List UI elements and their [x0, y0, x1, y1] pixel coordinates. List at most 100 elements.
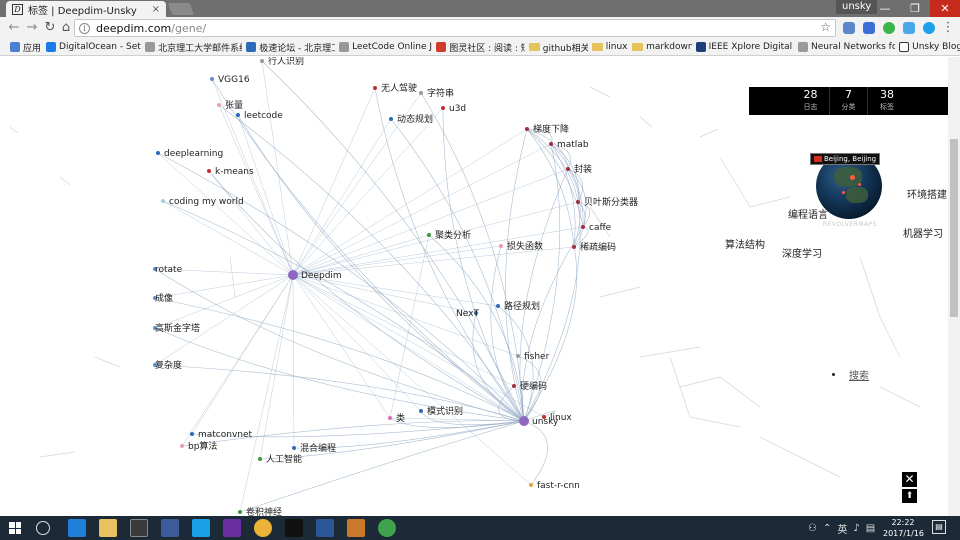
- media-app-icon[interactable]: [223, 519, 241, 537]
- window-close-button[interactable]: ✕: [930, 0, 960, 17]
- reload-icon[interactable]: ↻: [42, 20, 58, 36]
- graph-node[interactable]: [388, 416, 392, 420]
- graph-node-label[interactable]: 损失函数: [507, 240, 543, 252]
- bookmark-star-icon[interactable]: ☆: [820, 20, 831, 34]
- ime-icon[interactable]: 英: [837, 521, 847, 536]
- search-link[interactable]: 搜索: [849, 367, 869, 382]
- graph-node-label[interactable]: k-means: [215, 167, 254, 177]
- graph-node-label[interactable]: 人工智能: [266, 453, 302, 465]
- translate-extension-icon[interactable]: [863, 22, 875, 34]
- graph-node-label[interactable]: 卷积神经: [246, 506, 282, 516]
- chat-app-icon[interactable]: [192, 519, 210, 537]
- graph-node-label[interactable]: Deepdim: [301, 271, 342, 281]
- graph-node-label[interactable]: 高斯金字塔: [155, 322, 200, 334]
- graph-node-label[interactable]: 类: [396, 412, 405, 424]
- graph-node[interactable]: [576, 200, 580, 204]
- category-link[interactable]: 环境搭建: [907, 186, 947, 201]
- graph-node[interactable]: [419, 91, 423, 95]
- green-extension-icon[interactable]: [883, 22, 895, 34]
- graph-node-label[interactable]: linux: [550, 413, 572, 423]
- new-tab-button[interactable]: [167, 3, 195, 15]
- bookmark-item[interactable]: 应用: [6, 41, 42, 54]
- graph-node[interactable]: [525, 127, 529, 131]
- system-clock[interactable]: 22:22 2017/1/16: [883, 517, 924, 539]
- graph-node[interactable]: [258, 457, 262, 461]
- graph-node-label[interactable]: 成像: [155, 292, 173, 304]
- bookmark-item[interactable]: Unsky Blog: [895, 42, 960, 52]
- graph-node[interactable]: [496, 304, 500, 308]
- graph-node[interactable]: [581, 225, 585, 229]
- tab-close-icon[interactable]: ×: [152, 4, 160, 15]
- close-button[interactable]: ✕: [902, 472, 917, 487]
- graph-node[interactable]: [529, 483, 533, 487]
- graph-node[interactable]: [419, 409, 423, 413]
- page-scrollbar[interactable]: [948, 57, 960, 516]
- bookmark-item[interactable]: linux: [588, 42, 628, 52]
- graph-node[interactable]: [542, 415, 546, 419]
- graph-node-label[interactable]: coding my world: [169, 197, 244, 207]
- bookmark-item[interactable]: 北京理工大学邮件系统: [141, 41, 242, 54]
- graph-node-label[interactable]: 聚类分析: [435, 229, 471, 241]
- graph-node-label[interactable]: bp算法: [188, 440, 217, 452]
- address-bar[interactable]: i deepdim.com /gene/ ☆: [74, 19, 836, 37]
- graph-node-label[interactable]: 动态规划: [397, 113, 433, 125]
- graph-node[interactable]: [549, 142, 553, 146]
- graph-node[interactable]: [566, 167, 570, 171]
- graph-node-label[interactable]: matconvnet: [198, 430, 253, 440]
- github-icon[interactable]: [285, 519, 303, 537]
- bookmark-item[interactable]: 图灵社区 : 阅读 : 短: [432, 41, 525, 54]
- graph-node-label[interactable]: caffe: [589, 223, 612, 233]
- category-link[interactable]: 机器学习: [903, 225, 943, 240]
- graph-node[interactable]: [499, 244, 503, 248]
- graph-node-label[interactable]: matlab: [557, 140, 589, 150]
- graph-node[interactable]: [516, 354, 520, 358]
- graph-node-label[interactable]: 稀疏编码: [580, 241, 616, 253]
- graph-node[interactable]: [236, 113, 240, 117]
- stat-posts[interactable]: 28 日志: [792, 87, 830, 115]
- graph-node[interactable]: [210, 77, 214, 81]
- graph-node[interactable]: [572, 245, 576, 249]
- chrome-icon[interactable]: [254, 519, 272, 537]
- graph-node-label[interactable]: 硬编码: [520, 380, 547, 392]
- graph-node[interactable]: [288, 270, 298, 280]
- minimize-button[interactable]: —: [870, 0, 900, 17]
- green-app-icon[interactable]: [378, 519, 396, 537]
- graph-node[interactable]: [156, 151, 160, 155]
- maximize-button[interactable]: ❐: [900, 0, 930, 17]
- graph-node[interactable]: [260, 59, 264, 63]
- site-info-icon[interactable]: i: [79, 22, 90, 34]
- forward-arrow-icon[interactable]: →: [24, 20, 40, 36]
- cortana-icon[interactable]: [36, 521, 50, 535]
- sync-extension-icon[interactable]: [923, 22, 935, 34]
- graph-node[interactable]: [238, 510, 242, 514]
- home-icon[interactable]: ⌂: [58, 20, 74, 36]
- people-icon[interactable]: ⚇: [808, 523, 817, 534]
- graph-node-label[interactable]: VGG16: [218, 75, 250, 85]
- graph-node[interactable]: [373, 86, 377, 90]
- graph-node-label[interactable]: NexT: [456, 309, 479, 319]
- graph-node-label[interactable]: 贝叶斯分类器: [584, 196, 638, 208]
- graph-node[interactable]: [207, 169, 211, 173]
- stat-tags[interactable]: 38 标签: [868, 87, 906, 115]
- stat-categories[interactable]: 7 分类: [830, 87, 868, 115]
- chrome-menu-icon[interactable]: ⋮: [940, 20, 956, 36]
- graph-node[interactable]: [292, 446, 296, 450]
- graph-node-label[interactable]: 行人识别: [268, 57, 304, 67]
- graph-node-label[interactable]: 复杂度: [155, 359, 182, 371]
- graph-node-label[interactable]: fast-r-cnn: [537, 481, 580, 491]
- graph-node-label[interactable]: 封装: [574, 163, 592, 175]
- remote-desktop-icon[interactable]: [161, 519, 179, 537]
- graph-node[interactable]: [161, 199, 165, 203]
- bookmark-item[interactable]: DigitalOcean - Setti: [42, 42, 141, 52]
- category-link[interactable]: 编程语言: [788, 206, 828, 221]
- graph-node-label[interactable]: fisher: [524, 352, 550, 362]
- extension-icon[interactable]: [843, 22, 855, 34]
- graph-node-label[interactable]: rotate: [155, 265, 183, 275]
- bookmark-item[interactable]: Neural Networks for: [794, 42, 895, 52]
- graph-node-label[interactable]: 梯度下降: [533, 123, 569, 135]
- bookmark-item[interactable]: LeetCode Online Ju: [335, 42, 432, 52]
- bookmark-item[interactable]: markdown: [628, 42, 692, 52]
- tag-graph[interactable]: Deepdimunsky类聚类分析人工智能行人识别VGG16张量leetcode…: [0, 57, 948, 516]
- volume-icon[interactable]: ♪: [853, 523, 859, 534]
- graph-node-label[interactable]: deeplearning: [164, 149, 223, 159]
